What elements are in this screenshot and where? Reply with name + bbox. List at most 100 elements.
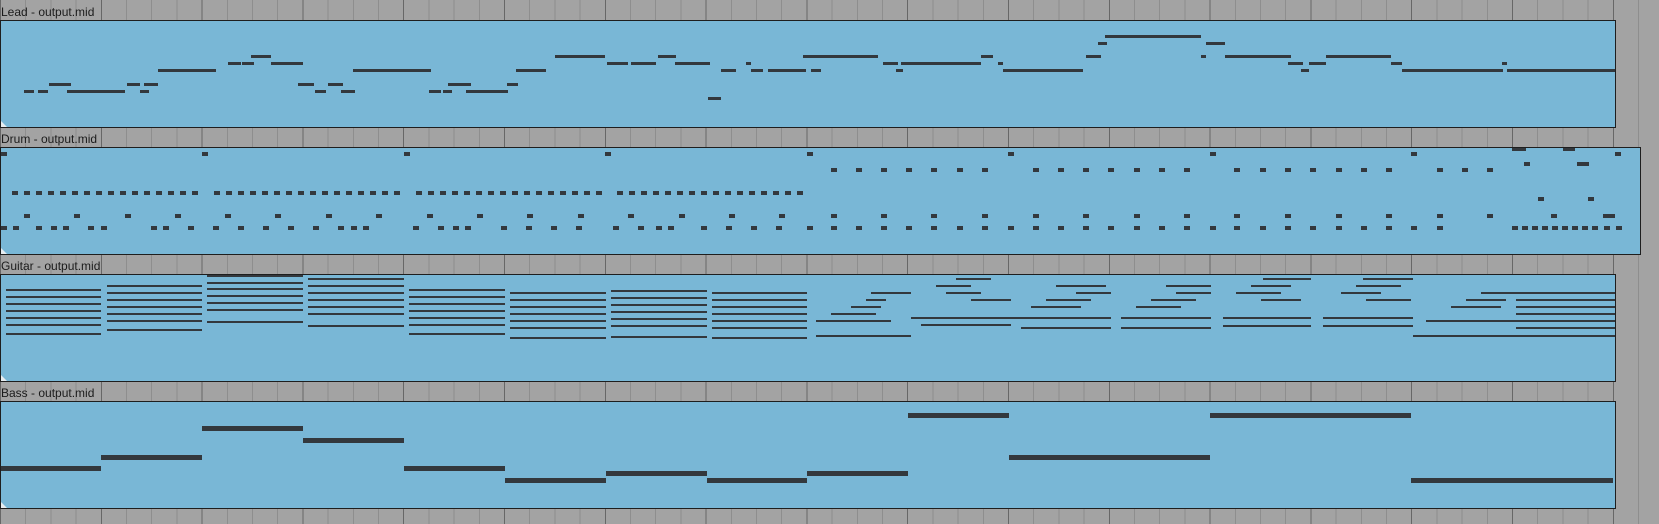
guitar-note[interactable] — [510, 337, 606, 339]
lead-note[interactable] — [1507, 69, 1616, 72]
guitar-note[interactable] — [6, 333, 101, 335]
guitar-note[interactable] — [409, 324, 505, 326]
drum-note[interactable] — [12, 191, 18, 195]
drum-note[interactable] — [1361, 168, 1367, 172]
lead-note[interactable] — [1086, 55, 1101, 58]
lead-note[interactable] — [1098, 42, 1107, 45]
drum-note[interactable] — [1487, 168, 1493, 172]
lead-note[interactable] — [811, 69, 821, 72]
lead-note[interactable] — [1003, 69, 1083, 72]
drum-note[interactable] — [629, 191, 635, 195]
drum-note[interactable] — [427, 214, 433, 218]
lead-note[interactable] — [981, 55, 993, 58]
drum-note[interactable] — [1134, 214, 1140, 218]
guitar-note[interactable] — [611, 311, 707, 313]
lead-note[interactable] — [443, 90, 452, 93]
drum-note[interactable] — [313, 226, 319, 230]
guitar-note[interactable] — [510, 292, 606, 294]
lead-note[interactable] — [883, 62, 898, 65]
lead-note[interactable] — [998, 62, 1003, 65]
guitar-note[interactable] — [107, 299, 202, 301]
guitar-note[interactable] — [936, 285, 971, 287]
drum-note[interactable] — [701, 191, 707, 195]
guitar-note[interactable] — [510, 306, 606, 308]
guitar-note[interactable] — [510, 299, 606, 301]
lead-note[interactable] — [675, 62, 710, 65]
lead-note[interactable] — [467, 90, 508, 93]
drum-note[interactable] — [465, 226, 471, 230]
drum-note[interactable] — [1552, 226, 1558, 230]
guitar-note[interactable] — [1166, 285, 1211, 287]
drum-note[interactable] — [274, 191, 280, 195]
drum-note[interactable] — [679, 214, 685, 218]
drum-note[interactable] — [1524, 162, 1530, 166]
guitar-note[interactable] — [1121, 327, 1211, 329]
guitar-note[interactable] — [1223, 317, 1311, 319]
drum-note[interactable] — [881, 168, 887, 172]
drum-note[interactable] — [761, 191, 767, 195]
drum-note[interactable] — [656, 226, 662, 230]
guitar-note[interactable] — [1516, 320, 1616, 322]
drum-note[interactable] — [188, 226, 194, 230]
bass-note[interactable] — [1, 466, 101, 471]
drum-note[interactable] — [84, 191, 90, 195]
drum-note[interactable] — [931, 214, 937, 218]
guitar-note[interactable] — [409, 289, 505, 291]
drum-note[interactable] — [225, 214, 231, 218]
lead-note[interactable] — [1301, 69, 1309, 72]
region-resize-corner[interactable] — [1, 375, 7, 381]
drum-note[interactable] — [180, 191, 186, 195]
drum-note[interactable] — [831, 226, 837, 230]
bass-note[interactable] — [1411, 478, 1613, 483]
drum-note[interactable] — [1487, 214, 1493, 218]
lead-note[interactable] — [1288, 62, 1303, 65]
drum-note[interactable] — [653, 191, 659, 195]
drum-note[interactable] — [120, 191, 126, 195]
drum-note[interactable] — [238, 226, 244, 230]
drum-note[interactable] — [725, 191, 731, 195]
guitar-note[interactable] — [1426, 320, 1516, 322]
drum-note[interactable] — [413, 226, 419, 230]
lead-note[interactable] — [1402, 69, 1489, 72]
drum-note[interactable] — [1386, 168, 1392, 172]
drum-note[interactable] — [238, 191, 244, 195]
drum-note[interactable] — [982, 226, 988, 230]
drum-note[interactable] — [36, 226, 42, 230]
drum-note[interactable] — [125, 214, 131, 218]
drum-note[interactable] — [192, 191, 198, 195]
drum-note[interactable] — [24, 214, 30, 218]
guitar-note[interactable] — [712, 337, 807, 339]
lead-note[interactable] — [901, 62, 981, 65]
region-drum[interactable] — [0, 147, 1641, 255]
guitar-note[interactable] — [107, 329, 202, 331]
guitar-note[interactable] — [6, 303, 101, 305]
lead-note[interactable] — [631, 62, 644, 65]
drum-note[interactable] — [338, 226, 344, 230]
drum-note[interactable] — [501, 226, 507, 230]
guitar-note[interactable] — [611, 290, 707, 292]
drum-note[interactable] — [63, 226, 69, 230]
drum-note[interactable] — [500, 191, 506, 195]
drum-note[interactable] — [1008, 152, 1014, 156]
guitar-note[interactable] — [712, 327, 807, 329]
lead-note[interactable] — [242, 62, 254, 65]
drum-note[interactable] — [729, 214, 735, 218]
guitar-note[interactable] — [956, 278, 991, 280]
drum-note[interactable] — [931, 168, 937, 172]
region-resize-corner[interactable] — [1, 248, 7, 254]
drum-note[interactable] — [101, 226, 107, 230]
guitar-note[interactable] — [409, 303, 505, 305]
region-guitar[interactable] — [0, 274, 1616, 382]
drum-note[interactable] — [1336, 214, 1342, 218]
guitar-note[interactable] — [1136, 306, 1181, 308]
drum-note[interactable] — [286, 191, 292, 195]
guitar-note[interactable] — [510, 313, 606, 315]
drum-note[interactable] — [1285, 214, 1291, 218]
drum-note[interactable] — [957, 168, 963, 172]
drum-note[interactable] — [1234, 226, 1240, 230]
drum-note[interactable] — [596, 191, 602, 195]
lead-note[interactable] — [328, 83, 343, 86]
guitar-note[interactable] — [1021, 327, 1111, 329]
lead-note[interactable] — [1502, 62, 1507, 65]
guitar-note[interactable] — [1263, 278, 1311, 280]
